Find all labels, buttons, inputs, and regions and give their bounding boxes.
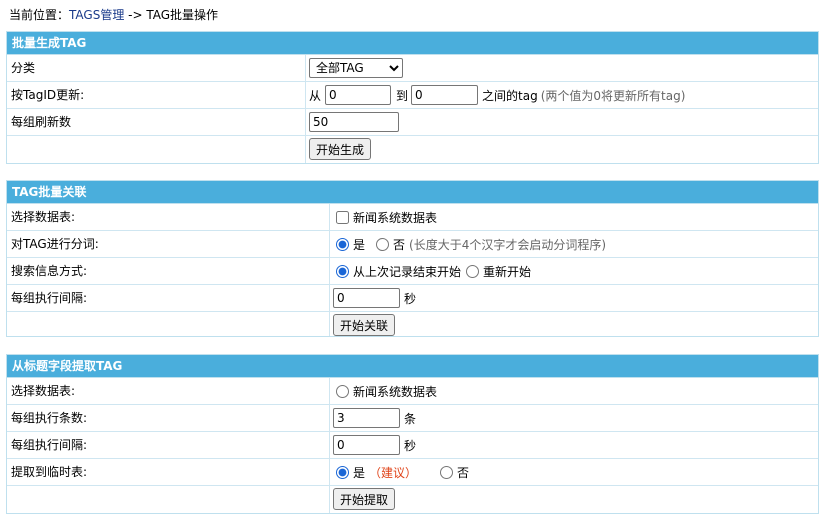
segment-no-option[interactable]: 否	[375, 236, 405, 253]
extract-news-table-option[interactable]: 新闻系统数据表	[335, 383, 437, 400]
temp-recommend-text: （建议）	[369, 465, 418, 480]
row-associate-table: 选择数据表: 新闻系统数据表	[7, 204, 818, 231]
row-extract-count: 每组执行条数: 条	[7, 405, 818, 432]
associate-table-label: 选择数据表:	[11, 210, 76, 224]
tagid-range-label: 按TagID更新:	[11, 88, 85, 102]
temp-table-label: 提取到临时表:	[11, 465, 88, 479]
row-extract-table: 选择数据表: 新闻系统数据表	[7, 378, 818, 405]
temp-yes-option[interactable]: 是	[335, 464, 365, 481]
search-restart-option[interactable]: 重新开始	[465, 263, 531, 280]
per-group-label: 每组刷新数	[11, 115, 72, 129]
per-group-input[interactable]	[309, 112, 399, 132]
search-continue-option[interactable]: 从上次记录结束开始	[335, 263, 461, 280]
extract-count-input[interactable]	[333, 408, 400, 428]
extract-news-table-radio[interactable]	[336, 384, 349, 398]
to-text: 到	[396, 88, 409, 103]
extract-interval-input[interactable]	[333, 435, 400, 455]
breadcrumb-link-tags[interactable]: TAGS管理	[69, 8, 124, 22]
between-hint: (两个值为0将更新所有tag)	[540, 88, 686, 103]
between-text: 之间的tag	[482, 88, 538, 103]
breadcrumb-current: -> TAG批量操作	[124, 8, 219, 22]
segment-label: 对TAG进行分词:	[11, 237, 99, 251]
panel-batch-associate: TAG批量关联 选择数据表: 新闻系统数据表 对TAG进行分词: 是 否 (长度…	[6, 180, 819, 337]
temp-no-text: 否	[457, 465, 470, 480]
panel-extract-from-title: 从标题字段提取TAG 选择数据表: 新闻系统数据表 每组执行条数: 条 每组执行…	[6, 354, 819, 514]
temp-yes-text: 是	[353, 465, 366, 480]
category-label: 分类	[11, 61, 36, 75]
search-continue-radio[interactable]	[336, 264, 349, 278]
extract-table-label: 选择数据表:	[11, 384, 76, 398]
extract-count-label: 每组执行条数:	[11, 411, 88, 425]
extract-count-unit: 条	[404, 411, 417, 426]
associate-interval-input[interactable]	[333, 288, 400, 308]
row-associate-action: 开始关联	[7, 312, 818, 339]
news-table-checkbox-label[interactable]: 新闻系统数据表	[335, 209, 437, 226]
row-associate-interval: 每组执行间隔: 秒	[7, 285, 818, 312]
segment-hint: (长度大于4个汉字才会启动分词程序)	[409, 237, 607, 252]
tagid-from-input[interactable]	[325, 85, 392, 105]
row-extract-interval: 每组执行间隔: 秒	[7, 432, 818, 459]
breadcrumb: 当前位置：TAGS管理 -> TAG批量操作	[9, 6, 218, 24]
search-continue-text: 从上次记录结束开始	[353, 264, 462, 279]
row-tagid-range: 按TagID更新: 从 到 之间的tag (两个值为0将更新所有tag)	[7, 82, 818, 109]
extract-interval-label: 每组执行间隔:	[11, 438, 88, 452]
row-category: 分类 全部TAG	[7, 55, 818, 82]
start-extract-button[interactable]: 开始提取	[333, 488, 396, 510]
temp-no-option[interactable]: 否	[439, 464, 469, 481]
start-associate-button[interactable]: 开始关联	[333, 314, 396, 336]
row-extract-action: 开始提取	[7, 486, 818, 513]
segment-yes-option[interactable]: 是	[335, 236, 365, 253]
row-temp-table: 提取到临时表: 是 （建议） 否	[7, 459, 818, 486]
news-table-option-text: 新闻系统数据表	[353, 210, 438, 225]
segment-yes-radio[interactable]	[336, 237, 349, 251]
search-restart-text: 重新开始	[483, 264, 532, 279]
extract-interval-unit: 秒	[404, 438, 417, 453]
category-select[interactable]: 全部TAG	[309, 58, 403, 78]
segment-no-text: 否	[393, 237, 406, 252]
tagid-to-input[interactable]	[411, 85, 479, 105]
segment-no-radio[interactable]	[376, 237, 390, 251]
associate-interval-label: 每组执行间隔:	[11, 291, 88, 305]
news-table-checkbox[interactable]	[336, 210, 349, 224]
panel-extract-title: 从标题字段提取TAG	[7, 355, 818, 378]
segment-yes-text: 是	[353, 237, 366, 252]
start-generate-button[interactable]: 开始生成	[309, 138, 372, 160]
row-generate-action: 开始生成	[7, 136, 818, 163]
panel-batch-generate-title: 批量生成TAG	[7, 32, 818, 55]
temp-no-radio[interactable]	[440, 465, 454, 479]
extract-news-table-text: 新闻系统数据表	[353, 384, 438, 399]
from-text: 从	[309, 88, 322, 103]
search-restart-radio[interactable]	[466, 264, 480, 278]
breadcrumb-prefix: 当前位置：	[9, 8, 70, 22]
associate-interval-unit: 秒	[404, 291, 417, 306]
search-mode-label: 搜索信息方式:	[11, 264, 88, 278]
panel-batch-generate: 批量生成TAG 分类 全部TAG 按TagID更新: 从 到 之间的tag (两…	[6, 31, 819, 164]
row-segment: 对TAG进行分词: 是 否 (长度大于4个汉字才会启动分词程序)	[7, 231, 818, 258]
row-search-mode: 搜索信息方式: 从上次记录结束开始 重新开始	[7, 258, 818, 285]
panel-batch-associate-title: TAG批量关联	[7, 181, 818, 204]
row-per-group: 每组刷新数	[7, 109, 818, 136]
temp-yes-radio[interactable]	[336, 465, 349, 479]
